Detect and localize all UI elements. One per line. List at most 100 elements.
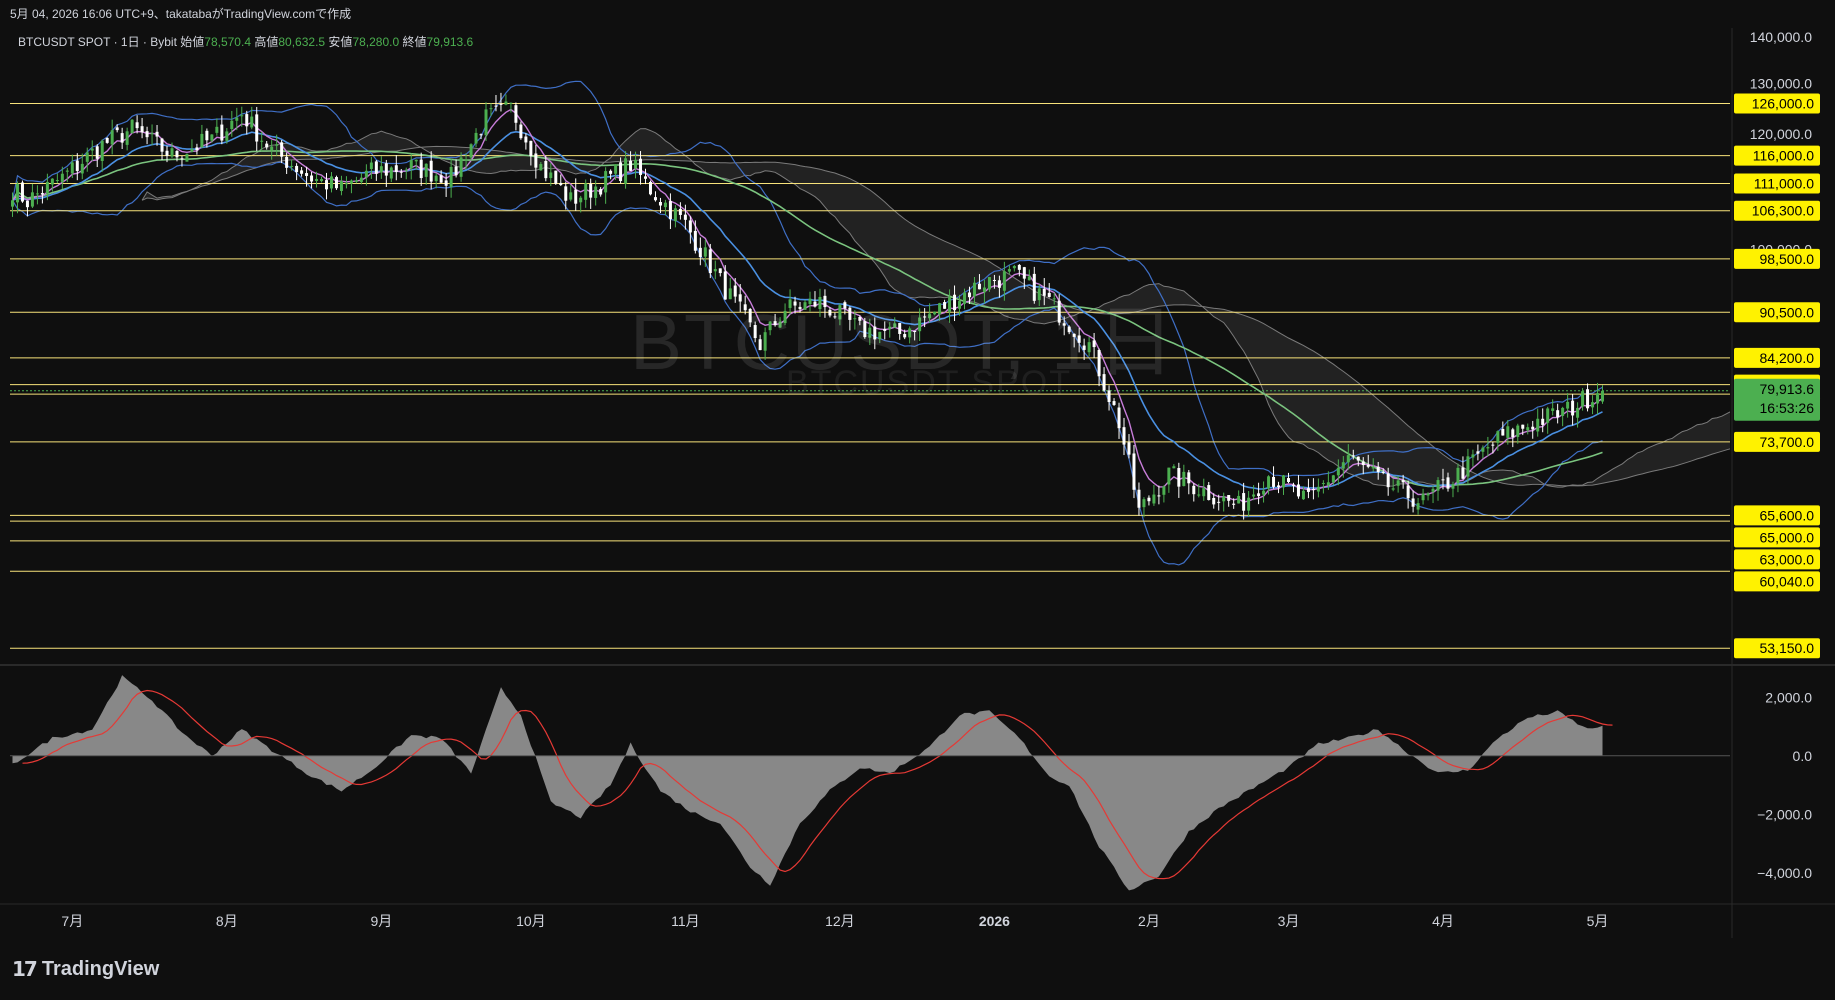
macd-histogram — [12, 675, 1603, 891]
candle-body — [1237, 495, 1241, 504]
candle-body — [663, 202, 667, 208]
candle-body — [1376, 466, 1380, 472]
candle-body — [1366, 464, 1370, 467]
candle-body — [120, 133, 124, 143]
candle — [20, 180, 24, 203]
level-badge-label: 65,600.0 — [1760, 507, 1815, 523]
candle — [1012, 264, 1016, 272]
candle — [1596, 382, 1600, 415]
candle — [648, 180, 652, 196]
candle — [354, 176, 358, 184]
candle — [584, 179, 588, 208]
candle-body — [579, 197, 583, 203]
candle-body — [1182, 471, 1186, 487]
candle-body — [539, 164, 543, 171]
candle-body — [334, 177, 338, 189]
candle — [1272, 466, 1276, 489]
macd-pane — [10, 675, 1730, 891]
candle-body — [564, 186, 568, 201]
candle — [484, 102, 488, 142]
candle-body — [1202, 488, 1206, 497]
candle — [90, 140, 94, 161]
level-badge: 116,000.0 — [1734, 145, 1820, 166]
candle — [190, 139, 194, 153]
candle — [1132, 444, 1136, 499]
candle — [1147, 495, 1151, 506]
candle-body — [220, 124, 224, 141]
candle-body — [1456, 467, 1460, 484]
candle-body — [1591, 402, 1595, 408]
candle-body — [414, 159, 418, 162]
candle — [145, 126, 149, 145]
x-tick-label: 9月 — [370, 913, 392, 929]
candle-body — [180, 158, 184, 160]
candle-body — [1491, 444, 1495, 446]
candle — [1157, 485, 1161, 505]
x-tick-label: 11月 — [671, 913, 700, 929]
legend-open: 78,570.4 — [204, 35, 251, 49]
candle — [1242, 482, 1246, 520]
candle — [125, 127, 129, 151]
candle — [1506, 419, 1510, 445]
candle-body — [1187, 472, 1191, 484]
candle-body — [1391, 488, 1395, 490]
candle — [1536, 408, 1540, 437]
candle — [1461, 456, 1465, 480]
candle-body — [170, 148, 174, 157]
candle-body — [484, 109, 488, 136]
candle-body — [374, 161, 378, 174]
symbol-legend: BTCUSDT SPOT · 1日 · Bybit 始値78,570.4 高値8… — [18, 33, 473, 50]
candle — [120, 127, 124, 150]
tradingview-logo-icon: 17 — [12, 957, 38, 981]
level-badge-label: 65,000.0 — [1760, 529, 1815, 545]
chart-canvas[interactable]: 140,000.0130,000.0120,000.0100,000.0126,… — [0, 0, 1835, 1000]
level-badge-label: 60,040.0 — [1760, 573, 1815, 589]
candle-body — [1561, 407, 1565, 416]
candle-body — [10, 200, 14, 207]
candle-body — [589, 183, 593, 198]
candle-body — [1212, 497, 1216, 505]
candle-body — [688, 220, 692, 233]
watermark-subtitle: BTCUSDT SPOT — [786, 364, 1072, 402]
candle — [1296, 475, 1300, 499]
candle-body — [569, 192, 573, 200]
tradingview-logo[interactable]: 17 TradingView — [12, 957, 159, 981]
candle — [678, 202, 682, 220]
candle-body — [1506, 426, 1510, 438]
candle-body — [1521, 424, 1525, 429]
candle-body — [25, 200, 29, 208]
candle-body — [285, 156, 289, 168]
x-tick-label: 4月 — [1432, 913, 1454, 929]
candle-body — [110, 130, 114, 145]
candle-body — [1222, 496, 1226, 502]
candle-body — [703, 247, 707, 257]
candle — [300, 167, 304, 177]
candle — [683, 204, 687, 230]
candle — [329, 172, 333, 193]
candle — [1286, 472, 1290, 484]
level-badge-label: 90,500.0 — [1760, 304, 1815, 320]
legend-close: 79,913.6 — [426, 35, 474, 49]
candle-body — [135, 122, 139, 129]
candle — [663, 199, 667, 216]
candle — [394, 155, 398, 181]
candle-body — [45, 181, 49, 194]
candle-body — [1476, 451, 1480, 454]
candle — [404, 167, 408, 180]
legend-low: 78,280.0 — [352, 35, 400, 49]
candle-body — [65, 170, 69, 172]
candle-body — [389, 167, 393, 179]
candle-body — [320, 179, 324, 182]
candle — [1541, 408, 1545, 433]
level-badge-label: 116,000.0 — [1753, 148, 1814, 164]
y-tick-label: 130,000.0 — [1750, 76, 1812, 92]
candle — [1282, 474, 1286, 495]
candle-body — [260, 140, 264, 142]
candle — [110, 119, 114, 155]
candle-body — [1406, 485, 1410, 499]
candle-body — [1481, 447, 1485, 452]
candle-body — [310, 175, 314, 182]
level-badge-label: 73,700.0 — [1760, 434, 1815, 450]
x-tick-label: 8月 — [216, 913, 238, 929]
candle-body — [1306, 488, 1310, 492]
